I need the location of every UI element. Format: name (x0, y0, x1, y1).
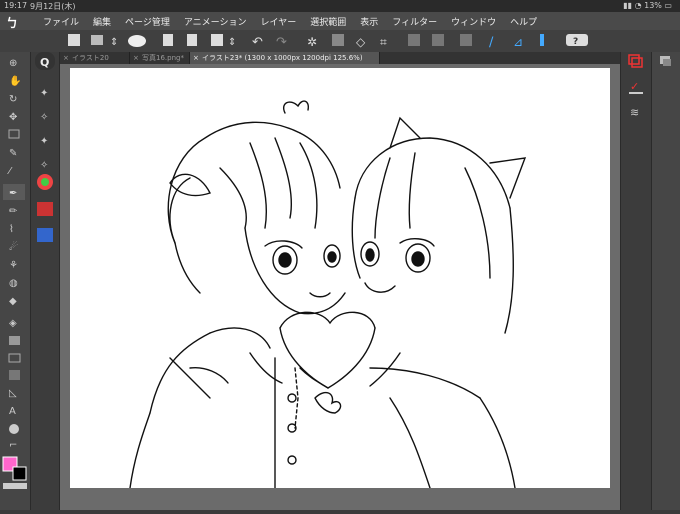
right-panel: ✓ ≋ (620, 52, 651, 510)
menu-page[interactable]: ページ管理 (118, 15, 177, 28)
frame-icon (9, 370, 20, 380)
right-panel-icons: ✓ ≋ (628, 54, 643, 119)
snap-grid-icon (540, 34, 544, 46)
close-tab-icon[interactable]: × (193, 52, 199, 64)
status-time: 19:17 (4, 1, 28, 10)
color-history-icon (37, 228, 53, 242)
fill-layer-icon (332, 34, 344, 46)
line-art-drawing (129, 100, 527, 489)
battery-percent: 13% (644, 1, 662, 10)
swirl-icon (128, 35, 146, 47)
sub-tool-icons: Q ✦ ✧ ✦ ✧ (35, 52, 55, 242)
close-tab-icon[interactable]: × (63, 52, 69, 64)
quick-access-icon: Q (40, 56, 49, 69)
tablet-icon (91, 35, 103, 45)
sub-tool-detail-icon: ✦ (40, 136, 48, 147)
eraser-cmd-icon: ◇ (356, 35, 366, 49)
menu-filter[interactable]: フィルター (385, 15, 444, 28)
menu-window[interactable]: ウィンドウ (444, 15, 503, 28)
tool-palette: ⊕ ✋ ↻ ✥ ✎ ⁄ ✒ ✏ ⌇ ☄ ⚘ ◍ ◆ ◈ ◺ A ⌐ (0, 52, 31, 510)
invert-icon (432, 34, 444, 46)
eraser-icon: ◍ (9, 278, 18, 289)
arrows-icon: ⇕ (110, 37, 118, 48)
text-icon: A (9, 406, 16, 417)
fill-icon: ◈ (9, 318, 17, 329)
transparent-color-swatch (3, 483, 27, 489)
close-tab-icon[interactable]: × (133, 52, 139, 64)
figure-icon (8, 353, 21, 363)
right-panel-2-icons (660, 56, 671, 66)
new-file-icon (163, 34, 173, 46)
eyedropper-icon: ⁄ (7, 166, 13, 177)
line-correction-icon: ⌐ (9, 440, 17, 451)
tab-illust20[interactable]: × イラスト20 (60, 52, 130, 64)
tab-photo16[interactable]: × 写真16.png* (130, 52, 190, 64)
sub-tool-icon: ≋ (630, 106, 639, 119)
airbrush-icon: ☄ (9, 241, 18, 253)
save-icon (211, 34, 223, 46)
transform-icon: ⌗ (380, 35, 387, 49)
menu-bar: ㄅ ファイル 編集 ページ管理 アニメーション レイヤー 選択範囲 表示 フィル… (0, 12, 680, 31)
command-bar-icons: ⇕ ⇕ ↶ ↷ ✲ ◇ ⌗ ∕ ⊿ ? (68, 34, 588, 50)
menu-edit[interactable]: 編集 (86, 15, 118, 28)
tab-illust23[interactable]: × イラスト23* (1300 x 1000px 1200dpi 125.6%) (190, 52, 380, 64)
sub-tool-settings-icon: ✧ (40, 112, 48, 123)
sub-tool-pen-icon: ✦ (40, 88, 48, 99)
deselect-icon (408, 34, 420, 46)
command-bar: ⇕ ⇕ ↶ ↷ ✲ ◇ ⌗ ∕ ⊿ ? (0, 30, 680, 52)
svg-text:?: ? (573, 37, 578, 47)
brush-icon: ⌇ (9, 224, 14, 235)
property-icon: ✓ (630, 80, 639, 93)
menu-animation[interactable]: アニメーション (177, 15, 254, 28)
document-tabs: × イラスト20 × 写真16.png* × イラスト23* (1300 x 1000… (60, 52, 620, 64)
rotate-icon: ↻ (9, 94, 17, 105)
redo-icon: ↷ (276, 35, 288, 50)
magnify-icon: ⊕ (9, 58, 17, 69)
menu-selection[interactable]: 選択範囲 (303, 15, 353, 28)
status-battery: ▮▮ ◔ 13% ▭ (623, 1, 672, 10)
layer-icon (628, 54, 640, 65)
sub-tool-mark-icon: ✧ (40, 160, 48, 171)
right-panel-2 (651, 52, 680, 510)
app-logo-icon[interactable]: ㄅ (6, 14, 20, 30)
menu-items: ファイル 編集 ページ管理 アニメーション レイヤー 選択範囲 表示 フィルター… (36, 15, 544, 28)
ios-status-bar: 19:17 9月12日(木) ▮▮ ◔ 13% ▭ (0, 0, 680, 12)
move-icon: ✥ (9, 112, 17, 123)
menu-file[interactable]: ファイル (36, 15, 86, 28)
menu-view[interactable]: 表示 (353, 15, 385, 28)
canvas-area[interactable] (60, 64, 620, 510)
undo-icon: ↶ (252, 35, 263, 50)
blur-icon: ◆ (9, 296, 17, 307)
clear-icon: ✲ (307, 35, 317, 49)
balloon-icon (9, 424, 19, 434)
status-date: 9月12日(木) (30, 2, 76, 11)
grid-icon (68, 34, 80, 46)
sub-tool-palette: Q ✦ ✧ ✦ ✧ (31, 52, 60, 510)
pen-icon: ✒ (9, 188, 17, 199)
select-icon (8, 129, 20, 139)
pencil-icon: ✏ (9, 206, 18, 217)
gradient-icon (9, 336, 20, 345)
blend-icon: ⚘ (9, 260, 18, 271)
snap-ruler-icon: ∕ (489, 35, 494, 50)
color-set-icon (37, 202, 53, 216)
snap-special-icon: ⊿ (513, 35, 523, 49)
tool-icons: ⊕ ✋ ↻ ✥ ✎ ⁄ ✒ ✏ ⌇ ☄ ⚘ ◍ ◆ ◈ ◺ A ⌐ (2, 58, 27, 489)
hand-icon: ✋ (9, 74, 21, 87)
select-layer-icon (460, 34, 472, 46)
menu-layer[interactable]: レイヤー (254, 15, 304, 28)
save-arrows-icon: ⇕ (228, 37, 236, 48)
open-file-icon (187, 34, 197, 46)
menu-help[interactable]: ヘルプ (503, 15, 544, 28)
sub-color-swatch (12, 466, 27, 481)
lasso-icon: ✎ (9, 148, 17, 159)
drawing-canvas[interactable] (70, 68, 610, 489)
ruler-icon: ◺ (9, 388, 17, 399)
